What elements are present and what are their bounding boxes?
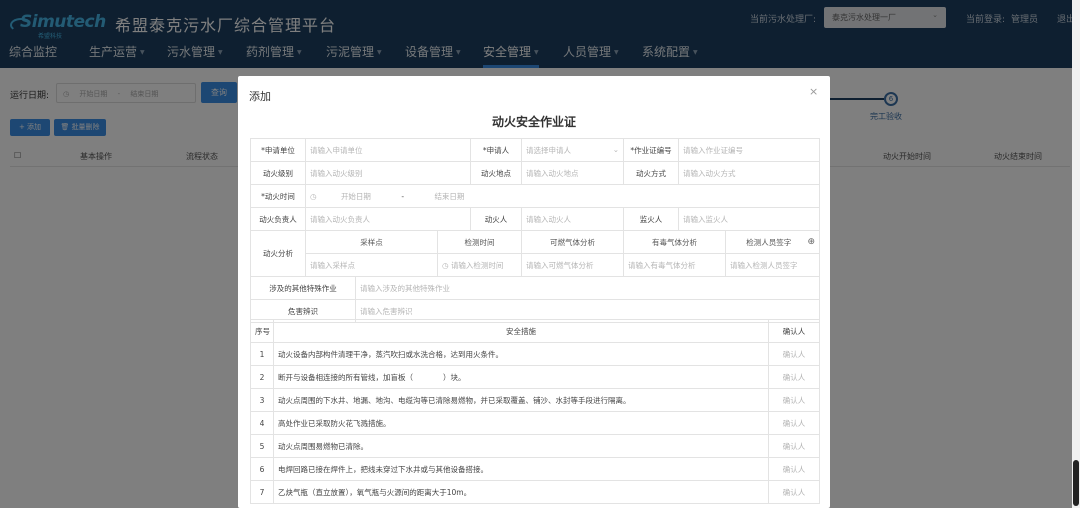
table-row: 2 断开与设备相连接的所有管线，加盲板（ ）块。 确认人 — [250, 365, 820, 389]
table-row: 5 动火点周围易燃物已清除。 确认人 — [250, 434, 820, 458]
measure-no: 6 — [250, 457, 274, 481]
add-row-icon[interactable]: ⊕ — [807, 237, 815, 247]
table-header-row: 序号 安全措施 确认人 — [250, 319, 820, 343]
fire-watcher-label: 监火人 — [623, 207, 680, 231]
clock-icon: ◷ — [442, 260, 449, 270]
measure-no: 1 — [250, 342, 274, 366]
chevron-down-icon: ⌄ — [612, 144, 620, 154]
measure-no: 2 — [250, 365, 274, 389]
other-work-label: 涉及的其他特殊作业 — [250, 276, 356, 300]
safety-measures-table: 序号 安全措施 确认人 1 动火设备内部构件清理干净，蒸汽吹扫或水洗合格，达到用… — [250, 319, 820, 504]
measure-text: 乙炔气瓶（直立放置），氧气瓶与火源间的距离大于10m。 — [273, 480, 769, 504]
clock-icon: ◷ — [310, 191, 317, 201]
table-row: 7 乙炔气瓶（直立放置），氧气瓶与火源间的距离大于10m。 确认人 — [250, 480, 820, 504]
analysis-sample-input[interactable]: 请输入采样点 — [305, 253, 438, 277]
confirm-input[interactable]: 确认人 — [768, 457, 820, 481]
table-row: 3 动火点周围的下水井、地漏、地沟、电缆沟等已清除易燃物，并已采取覆盖、铺沙、水… — [250, 388, 820, 412]
analysis-toxic-input[interactable]: 请输入有毒气体分析 — [623, 253, 727, 277]
other-work-input[interactable]: 请输入涉及的其他特殊作业 — [354, 276, 821, 300]
measure-text: 动火点周围的下水井、地漏、地沟、电缆沟等已清除易燃物，并已采取覆盖、铺沙、水封等… — [273, 388, 769, 412]
confirm-input[interactable]: 确认人 — [768, 388, 820, 412]
fire-leader-input[interactable]: 请输入动火负责人 — [305, 207, 471, 231]
confirm-input[interactable]: 确认人 — [768, 480, 820, 504]
analysis-signer-input[interactable]: 请输入检测人员签字 — [725, 253, 821, 277]
measure-text: 断开与设备相连接的所有管线，加盲板（ ）块。 — [273, 365, 769, 389]
analysis-header-time: 检测时间 — [437, 230, 522, 254]
table-row: 4 高处作业已采取防火花飞溅措施。 确认人 — [250, 411, 820, 435]
fire-person-label: 动火人 — [470, 207, 522, 231]
table-row: 6 电焊回路已接在焊件上，把线未穿过下水井或与其他设备搭接。 确认人 — [250, 457, 820, 481]
table-row: 1 动火设备内部构件清理干净，蒸汽吹扫或水洗合格，达到用火条件。 确认人 — [250, 342, 820, 366]
permit-form: *申请单位 请输入申请单位 *申请人 请选择申请人 ⌄ *作业证编号 请输入作业证… — [250, 138, 821, 323]
fire-method-label: 动火方式 — [623, 161, 680, 185]
measure-text: 高处作业已采取防火花飞溅措施。 — [273, 411, 769, 435]
confirm-input[interactable]: 确认人 — [768, 365, 820, 389]
scrollbar-track[interactable] — [1072, 0, 1080, 508]
applicant-unit-input[interactable]: 请输入申请单位 — [305, 138, 471, 162]
confirm-input[interactable]: 确认人 — [768, 434, 820, 458]
measure-no: 5 — [250, 434, 274, 458]
column-header: 安全措施 — [273, 319, 769, 343]
fire-level-label: 动火级别 — [250, 161, 306, 185]
confirm-input[interactable]: 确认人 — [768, 411, 820, 435]
analysis-combustible-input[interactable]: 请输入可燃气体分析 — [520, 253, 625, 277]
applicant-label: *申请人 — [470, 138, 522, 162]
fire-time-label: *动火时间 — [250, 184, 306, 208]
close-icon[interactable]: × — [809, 85, 818, 98]
measure-no: 7 — [250, 480, 274, 504]
analysis-header-signer: 检测人员签字 ⊕ — [725, 230, 821, 254]
applicant-select[interactable]: 请选择申请人 ⌄ — [520, 138, 625, 162]
measure-text: 动火设备内部构件清理干净，蒸汽吹扫或水洗合格，达到用火条件。 — [273, 342, 769, 366]
add-dialog: 添加 × 动火安全作业证 *申请单位 请输入申请单位 *申请人 请选择申请人 ⌄ … — [238, 76, 830, 508]
fire-watcher-input[interactable]: 请输入监火人 — [678, 207, 821, 231]
fire-level-input[interactable]: 请输入动火级别 — [305, 161, 471, 185]
column-header: 确认人 — [768, 319, 820, 343]
confirm-input[interactable]: 确认人 — [768, 342, 820, 366]
analysis-label: 动火分析 — [250, 230, 306, 277]
fire-time-end: 结束日期 — [434, 191, 465, 201]
fire-time-start: 开始日期 — [340, 191, 371, 201]
analysis-header-toxic: 有毒气体分析 — [623, 230, 727, 254]
column-header: 序号 — [250, 319, 274, 343]
applicant-unit-label: *申请单位 — [250, 138, 306, 162]
dialog-title: 添加 — [249, 90, 271, 103]
fire-person-input[interactable]: 请输入动火人 — [520, 207, 625, 231]
fire-time-range[interactable]: ◷ 开始日期 - 结束日期 — [304, 184, 821, 208]
measure-text: 动火点周围易燃物已清除。 — [273, 434, 769, 458]
analysis-header-combustible: 可燃气体分析 — [520, 230, 625, 254]
analysis-time-input[interactable]: ◷ 请输入检测时间 — [437, 253, 522, 277]
fire-method-input[interactable]: 请输入动火方式 — [678, 161, 821, 185]
permit-no-label: *作业证编号 — [623, 138, 680, 162]
measure-no: 3 — [250, 388, 274, 412]
scrollbar-thumb[interactable] — [1073, 460, 1079, 506]
fire-location-input[interactable]: 请输入动火地点 — [520, 161, 625, 185]
fire-leader-label: 动火负责人 — [250, 207, 306, 231]
measure-no: 4 — [250, 411, 274, 435]
form-title: 动火安全作业证 — [491, 115, 576, 129]
fire-location-label: 动火地点 — [470, 161, 522, 185]
measure-text: 电焊回路已接在焊件上，把线未穿过下水井或与其他设备搭接。 — [273, 457, 769, 481]
fire-time-separator: - — [401, 191, 405, 201]
analysis-header-sample: 采样点 — [305, 230, 438, 254]
permit-no-input[interactable]: 请输入作业证编号 — [678, 138, 821, 162]
